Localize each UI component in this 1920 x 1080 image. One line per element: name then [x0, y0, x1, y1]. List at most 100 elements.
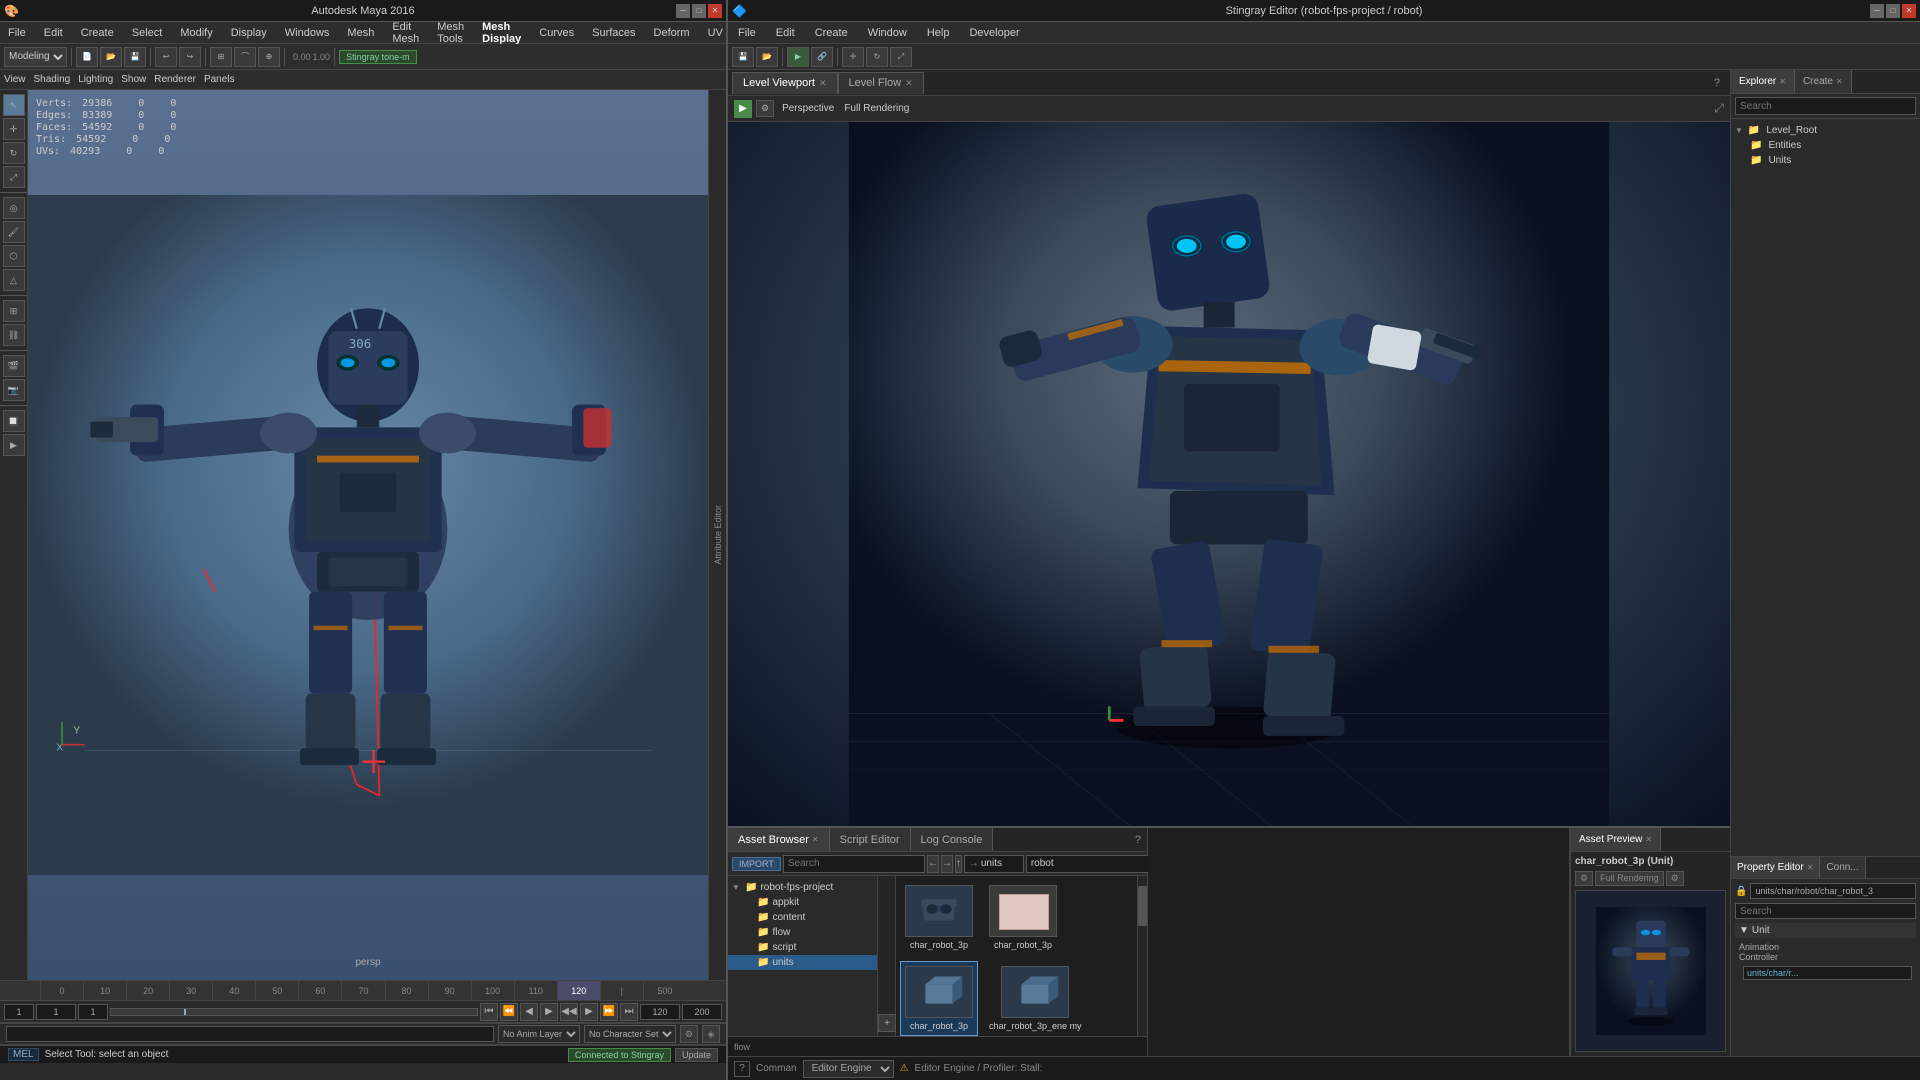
add-folder-btn[interactable]: +: [878, 1014, 896, 1032]
char-set-dropdown[interactable]: No Character Set: [584, 1025, 676, 1043]
snap-tools-btn[interactable]: ⊞: [3, 300, 25, 322]
maya-menu-surfaces[interactable]: Surfaces: [588, 25, 639, 41]
maya-minimize-btn[interactable]: ─: [676, 4, 690, 18]
paint-btn[interactable]: 🖌: [3, 221, 25, 243]
go-end-btn[interactable]: ⏭: [620, 1003, 638, 1021]
sr-save-btn[interactable]: 💾: [732, 47, 754, 67]
sr-connect-btn[interactable]: 🔗: [811, 47, 833, 67]
maya-menu-display[interactable]: Display: [227, 25, 271, 41]
next-frame-btn[interactable]: ▶: [580, 1003, 598, 1021]
sr-maximize-btn[interactable]: □: [1886, 4, 1900, 18]
sr-rotate-btn[interactable]: ↻: [866, 47, 888, 67]
lighting-menu[interactable]: Lighting: [78, 74, 113, 85]
maya-menu-deform[interactable]: Deform: [650, 25, 694, 41]
preview-extra-btn[interactable]: ⚙: [1666, 871, 1684, 886]
redo-btn[interactable]: ↪: [179, 47, 201, 67]
open-scene-btn[interactable]: 📂: [100, 47, 122, 67]
tree-item-content[interactable]: 📁 content: [728, 910, 877, 925]
tree-item-units[interactable]: 📁 units: [728, 955, 877, 970]
maya-menu-edit[interactable]: Edit: [40, 25, 67, 41]
constraint-btn[interactable]: ⛓: [3, 324, 25, 346]
go-start-btn[interactable]: ⏮: [480, 1003, 498, 1021]
tab-connections[interactable]: Conn...: [1820, 857, 1865, 878]
maya-menu-windows[interactable]: Windows: [281, 25, 334, 41]
mel-input[interactable]: [6, 1026, 494, 1042]
show-menu[interactable]: Show: [121, 74, 146, 85]
editor-engine-dropdown[interactable]: Editor Engine: [803, 1060, 894, 1078]
maya-timeline-ruler[interactable]: 0 10 20 30 40 50 60 70 80 90 100 110 120…: [0, 981, 726, 1001]
snap-grid-btn[interactable]: ⊞: [210, 47, 232, 67]
tab-asset-preview[interactable]: Asset Preview ✕: [1571, 828, 1661, 851]
nav-back-btn[interactable]: ←: [927, 855, 939, 873]
sr-play-btn[interactable]: ▶: [787, 47, 809, 67]
update-btn[interactable]: Update: [675, 1048, 718, 1062]
tab-asset-browser[interactable]: Asset Browser ✕: [728, 828, 830, 851]
sr-menu-create[interactable]: Create: [811, 25, 852, 41]
tab-level-viewport[interactable]: Level Viewport ✕: [732, 72, 838, 94]
viewport-help-btn[interactable]: ?: [1708, 77, 1726, 89]
poly-modeling-btn[interactable]: ⬡: [3, 245, 25, 267]
maya-menu-file[interactable]: File: [4, 25, 30, 41]
keying-btn[interactable]: ◈: [702, 1025, 720, 1043]
maya-menu-curves[interactable]: Curves: [535, 25, 578, 41]
sr-menu-edit[interactable]: Edit: [772, 25, 799, 41]
stingray-tone-btn[interactable]: Stingray tone-m: [339, 50, 417, 64]
explorer-item-units[interactable]: 📁 Units: [1731, 153, 1920, 168]
maya-close-btn[interactable]: ✕: [708, 4, 722, 18]
sr-scale-btn[interactable]: ⤢: [890, 47, 912, 67]
maya-maximize-btn[interactable]: □: [692, 4, 706, 18]
status-help-btn[interactable]: ?: [734, 1061, 750, 1077]
preview-render-btn[interactable]: Full Rendering: [1595, 871, 1664, 886]
save-scene-btn[interactable]: 💾: [124, 47, 146, 67]
panels-menu[interactable]: Panels: [204, 74, 235, 85]
soft-select-btn[interactable]: ◎: [3, 197, 25, 219]
maya-menu-uv[interactable]: UV: [704, 25, 727, 41]
tab-script-editor[interactable]: Script Editor: [830, 828, 911, 851]
tree-item-flow[interactable]: 📁 flow: [728, 925, 877, 940]
tree-item-script[interactable]: 📁 script: [728, 940, 877, 955]
maya-menu-edit-mesh[interactable]: Edit Mesh: [388, 22, 423, 47]
tab-level-flow[interactable]: Level Flow ✕: [838, 72, 924, 94]
explorer-item-entities[interactable]: 📁 Entities: [1731, 138, 1920, 153]
tab-explorer[interactable]: Explorer ✕: [1731, 70, 1795, 93]
move-tool-btn[interactable]: ✛: [3, 118, 25, 140]
select-tool-btn[interactable]: ↖: [3, 94, 25, 116]
sr-menu-developer[interactable]: Developer: [965, 25, 1023, 41]
renderer-menu[interactable]: Renderer: [154, 74, 196, 85]
nav-forward-btn[interactable]: →: [941, 855, 953, 873]
sr-open-btn[interactable]: 📂: [756, 47, 778, 67]
maya-menu-mesh-tools[interactable]: Mesh Tools: [433, 22, 468, 47]
asset-filter-input[interactable]: [1026, 855, 1168, 873]
end-frame-field[interactable]: 120: [640, 1004, 680, 1020]
sr-menu-help[interactable]: Help: [923, 25, 954, 41]
unit-section-header[interactable]: ▼ Unit: [1735, 923, 1916, 938]
asset-search-input[interactable]: [783, 855, 925, 873]
maya-menu-select[interactable]: Select: [128, 25, 167, 41]
import-btn[interactable]: IMPORT: [732, 857, 781, 871]
sr-menu-window[interactable]: Window: [864, 25, 911, 41]
anim-layer-btn[interactable]: ⚙: [680, 1025, 698, 1043]
maya-menu-mesh[interactable]: Mesh: [343, 25, 378, 41]
maya-mode-dropdown[interactable]: Modeling: [4, 47, 67, 67]
tab-create[interactable]: Create ✕: [1795, 70, 1852, 93]
explorer-search-input[interactable]: [1735, 97, 1916, 115]
tree-item-appkit[interactable]: 📁 appkit: [728, 895, 877, 910]
explorer-item-level-root[interactable]: ▼ 📁 Level_Root: [1731, 123, 1920, 138]
sr-minimize-btn[interactable]: ─: [1870, 4, 1884, 18]
asset-item-char-robot-2[interactable]: char_robot_3p: [984, 880, 1062, 955]
asset-browser-help-btn[interactable]: ?: [1129, 834, 1147, 846]
play-btn[interactable]: ▶: [540, 1003, 558, 1021]
snap-curve-btn[interactable]: ⌒: [234, 47, 256, 67]
scale-tool-btn[interactable]: ⤢: [3, 166, 25, 188]
sr-viewport-play-btn[interactable]: ▶: [734, 100, 752, 118]
max-frame-field[interactable]: 200: [682, 1004, 722, 1020]
snap-point-btn[interactable]: ⊕: [258, 47, 280, 67]
start-frame-field[interactable]: 1: [4, 1004, 34, 1020]
prev-key-btn[interactable]: ⏪: [500, 1003, 518, 1021]
ui-show-btn[interactable]: 🔲: [3, 410, 25, 432]
asset-browser-scrollbar[interactable]: [1137, 876, 1147, 1036]
next-key-btn[interactable]: ⏩: [600, 1003, 618, 1021]
view-menu[interactable]: View: [4, 74, 26, 85]
tab-property-editor[interactable]: Property Editor ✕: [1731, 857, 1820, 878]
sr-viewport-maximize-btn[interactable]: ⤢: [1714, 101, 1724, 116]
